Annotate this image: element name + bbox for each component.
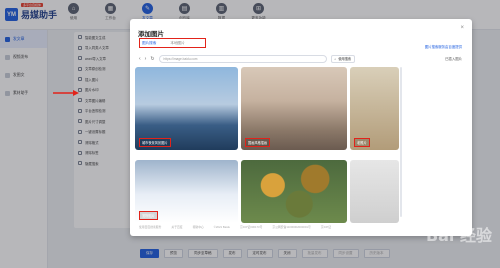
dialog-title: 添加图片 — [138, 31, 164, 38]
image-tile-label: 老照片 — [354, 138, 370, 147]
image-tile-label: 国画风格插画 — [245, 138, 271, 147]
close-icon[interactable]: × — [460, 25, 464, 31]
footer-text: 京ICP证030173号 — [240, 225, 263, 229]
search-icon: ⌕ — [334, 56, 337, 61]
dialog-tabs: 图片搜索 本地图片 — [139, 38, 206, 48]
tab-local-image[interactable]: 本地图片 — [170, 41, 184, 46]
image-tile-label: 城市夜景风景图片 — [139, 138, 171, 147]
search-provider-link[interactable]: 图片搜索服务由百度提供 — [425, 44, 462, 49]
search-input[interactable]: https://image.baidu.com — [158, 54, 327, 63]
dialog-footer: 使用百度搜索服务 关于百度 帮助中心 ©2021 Baidu 京ICP证0301… — [139, 225, 465, 229]
grid-scrollbar[interactable] — [400, 67, 402, 217]
search-row: ‹ › ↻ https://image.baidu.com ⌕ 使用搜索 — [139, 53, 369, 64]
search-button[interactable]: ⌕ 使用搜索 — [330, 54, 356, 63]
image-tile-label: 宠物图片 — [139, 211, 158, 220]
footer-text: 帮助中心 — [192, 225, 204, 229]
add-image-dialog: 添加图片 × 图片搜索 本地图片 图片搜索服务由百度提供 已插入图片 ‹ › ↻… — [130, 19, 472, 236]
watermark: Bai 经验 — [425, 226, 492, 245]
annotation-arrow-icon — [53, 90, 79, 96]
forward-icon[interactable]: › — [145, 56, 147, 62]
search-button-label: 使用搜索 — [338, 57, 352, 61]
inserted-images-toggle[interactable]: 已插入图片 — [445, 56, 462, 61]
image-tile[interactable] — [241, 160, 347, 223]
footer-text: 京ICP证 — [320, 225, 332, 229]
image-grid: 城市夜景风景图片 国画风格插画 老照片 宠物图片 — [135, 67, 400, 223]
image-tile[interactable]: 宠物图片 — [135, 160, 238, 223]
image-tile[interactable]: 国画风格插画 — [241, 67, 347, 150]
back-icon[interactable]: ‹ — [139, 56, 141, 62]
footer-text: 京公网安备11000002000001号 — [272, 225, 311, 229]
footer-text: ©2021 Baidu — [213, 225, 231, 229]
image-tile[interactable]: 老照片 — [350, 67, 399, 150]
image-tile[interactable] — [350, 160, 399, 223]
tab-image-search[interactable]: 图片搜索 — [142, 41, 156, 46]
footer-text: 使用百度搜索服务 — [139, 225, 162, 229]
footer-text: 关于百度 — [171, 225, 183, 229]
image-tile[interactable]: 城市夜景风景图片 — [135, 67, 238, 150]
refresh-icon[interactable]: ↻ — [150, 56, 154, 62]
